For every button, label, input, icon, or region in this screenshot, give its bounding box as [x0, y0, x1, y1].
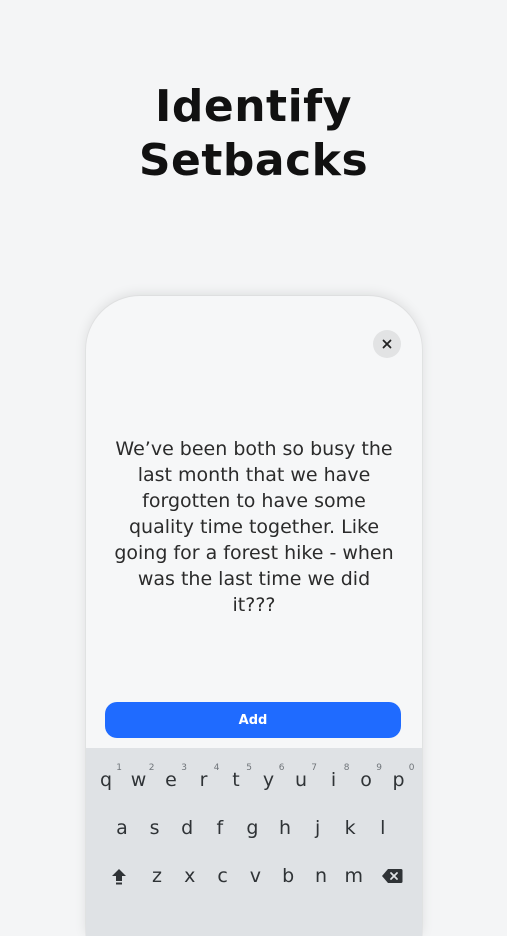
key-label: p [392, 769, 405, 791]
key-label: f [216, 817, 224, 839]
page-title-line-2: Setbacks [138, 135, 369, 186]
key-label: x [184, 865, 196, 887]
key-hint: 9 [376, 763, 382, 773]
add-button[interactable]: Add [105, 702, 401, 738]
backspace-key[interactable] [378, 862, 406, 890]
key-q[interactable]: q1 [94, 763, 122, 794]
key-hint: 4 [213, 763, 220, 773]
key-c[interactable]: c [211, 862, 235, 890]
key-label: b [282, 865, 295, 887]
key-o[interactable]: o9 [354, 763, 382, 794]
key-label: g [246, 817, 259, 839]
key-s[interactable]: s [143, 814, 167, 842]
key-hint: 6 [278, 763, 285, 773]
backspace-icon [382, 869, 403, 883]
key-h[interactable]: h [273, 814, 297, 842]
shift-key[interactable] [106, 862, 132, 890]
key-label: e [165, 769, 177, 791]
key-label: j [314, 817, 321, 839]
key-d[interactable]: d [175, 814, 199, 842]
key-hint: 1 [116, 763, 122, 773]
key-p[interactable]: p0 [387, 763, 414, 794]
key-label: r [199, 769, 208, 791]
key-label: u [294, 769, 308, 791]
key-hint: 7 [311, 763, 317, 773]
key-g[interactable]: g [240, 814, 264, 842]
key-w[interactable]: w2 [127, 763, 155, 794]
key-a[interactable]: a [110, 814, 134, 842]
key-hint: 3 [181, 763, 187, 773]
key-hint: 2 [148, 763, 155, 773]
key-label: n [314, 865, 328, 887]
key-hint: 0 [408, 763, 415, 773]
setback-text: We’ve been both so busy the last month t… [114, 438, 394, 616]
key-hint: 5 [246, 763, 252, 773]
key-i[interactable]: i8 [322, 763, 350, 794]
key-y[interactable]: y6 [257, 763, 285, 794]
key-j[interactable]: j [306, 814, 330, 842]
page-title: Identify Setbacks [0, 80, 507, 188]
key-label: a [116, 817, 128, 839]
key-b[interactable]: b [276, 862, 300, 890]
key-t[interactable]: t5 [224, 763, 252, 794]
key-label: h [278, 817, 292, 839]
key-hint: 8 [343, 763, 350, 773]
key-u[interactable]: u7 [289, 763, 317, 794]
key-f[interactable]: f [208, 814, 232, 842]
key-label: z [152, 865, 162, 887]
key-label: q [99, 769, 113, 791]
key-label: v [249, 865, 262, 887]
key-l[interactable]: l [371, 814, 395, 842]
key-label: m [344, 865, 364, 887]
key-label: s [149, 817, 160, 839]
close-button[interactable] [373, 330, 401, 358]
key-label: k [344, 817, 356, 839]
key-k[interactable]: k [338, 814, 362, 842]
key-label: w [130, 769, 147, 791]
key-v[interactable]: v [243, 862, 267, 890]
key-r[interactable]: r4 [192, 763, 220, 794]
key-x[interactable]: x [178, 862, 202, 890]
shift-icon [112, 869, 126, 885]
close-icon [382, 339, 392, 349]
key-e[interactable]: e3 [159, 763, 187, 794]
key-label: d [181, 817, 194, 839]
key-label: y [262, 769, 275, 791]
key-label: o [360, 769, 372, 791]
key-label: l [380, 817, 386, 839]
page-title-line-1: Identify [155, 81, 352, 132]
on-screen-keyboard: q1w2e3r4t5y6u7i8o9p0 asdfghjkl zxcvbnm [86, 748, 422, 936]
key-m[interactable]: m [342, 862, 366, 890]
key-z[interactable]: z [145, 862, 169, 890]
key-label: i [330, 769, 337, 791]
key-label: t [232, 769, 240, 791]
key-n[interactable]: n [309, 862, 333, 890]
phone-mockup: We’ve been both so busy the last month t… [86, 296, 422, 936]
key-label: c [217, 865, 228, 887]
